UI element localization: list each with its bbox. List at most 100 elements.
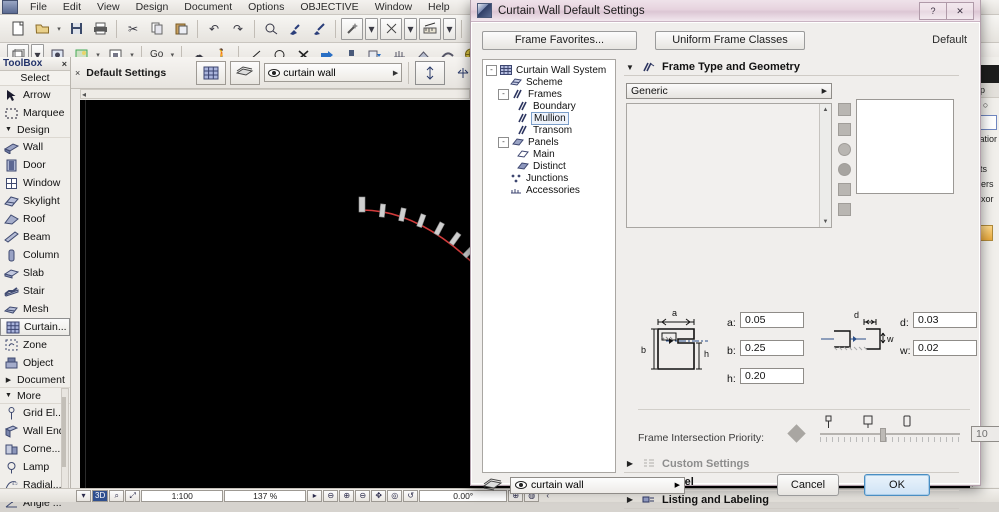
tree-node-accessories[interactable]: Accessories [486,184,612,196]
measure-icon[interactable] [419,17,441,40]
tree-toggle[interactable]: - [498,88,509,100]
menu-item-objective[interactable]: OBJECTIVE [292,0,366,15]
zoom-field[interactable]: 137 % [224,489,307,502]
help-button[interactable]: ? [919,2,947,20]
3d-solid-icon[interactable] [837,163,851,176]
frame-type-listbox[interactable]: ▲ ▼ [626,103,832,228]
copy-icon[interactable] [146,18,168,40]
status-dropdown-icon[interactable]: ▾ [76,489,91,502]
toolbox-item-wall-end[interactable]: Wall End [0,422,70,440]
settings-tree[interactable]: - Curtain Wall System Scheme - Frames Bo… [482,59,616,473]
layer-settings-button[interactable] [230,60,261,85]
pan-icon[interactable]: ✥ [371,489,387,502]
paste-icon[interactable] [170,18,192,40]
toolbox-item-curtain-wall[interactable]: Curtain... [0,318,70,336]
tree-toggle[interactable]: - [498,136,509,148]
print-icon[interactable] [89,18,111,40]
3d-icon[interactable]: 3D [92,489,109,502]
toolbox-item-object[interactable]: Object [0,354,70,372]
priority-slider-track[interactable] [820,433,960,435]
curtain-wall-tool-button[interactable] [196,60,227,85]
d-field[interactable]: 0.03 [913,312,977,328]
toolbox-item-mesh[interactable]: Mesh [0,300,70,318]
redo-icon[interactable]: ↷ [227,18,249,40]
tree-node-main[interactable]: Main [486,148,612,160]
tree-node-transom[interactable]: Transom [486,124,612,136]
close-button[interactable]: ✕ [947,2,974,20]
menu-item-file[interactable]: File [22,0,55,15]
cut-icon[interactable]: ✂ [122,18,144,40]
dialog-layer-combo[interactable]: curtain wall ▶ [510,476,685,494]
cancel-button[interactable]: Cancel [777,474,839,496]
toolbox-item-corner-window[interactable]: Corne... [0,440,70,458]
menu-item-document[interactable]: Document [176,0,240,15]
zoom-pct-icon[interactable]: ⊖ [323,489,339,502]
section-frame-type-geometry[interactable]: ▼ Frame Type and Geometry [624,59,959,76]
trim-icon[interactable] [380,17,402,40]
elevation-view-icon[interactable] [837,123,851,136]
plan-view-icon[interactable] [837,183,851,196]
toolbox-close-icon[interactable]: × [62,59,67,69]
h-field[interactable]: 0.20 [740,368,804,384]
open-file-icon[interactable] [31,18,53,40]
info-box-close-icon[interactable]: × [75,68,80,78]
priority-value-field[interactable]: 10 [971,426,999,442]
measure-dropdown-icon[interactable]: ▾ [443,17,456,40]
tree-node-boundary[interactable]: Boundary [486,100,612,112]
syringe-icon[interactable] [308,18,330,40]
menu-item-help[interactable]: Help [420,0,458,15]
open-file-dropdown-icon[interactable]: ▾ [54,25,64,33]
trim-dropdown-icon[interactable]: ▾ [404,17,417,40]
toolbox-item-column[interactable]: Column [0,246,70,264]
menu-item-window[interactable]: Window [367,0,420,15]
save-file-icon[interactable] [65,18,87,40]
ok-button[interactable]: OK [864,474,930,496]
priority-slider-thumb[interactable] [880,428,886,442]
menu-item-edit[interactable]: Edit [55,0,89,15]
scroll-up-icon[interactable]: ▲ [820,104,831,115]
frame-type-combo[interactable]: Generic ▶ [626,83,832,99]
toolbox-item-slab[interactable]: Slab [0,264,70,282]
section-custom-settings[interactable]: ▶ Custom Settings [624,455,959,473]
uniform-frame-classes-button[interactable]: Uniform Frame Classes [655,30,805,50]
scroll-left-icon[interactable]: ◂ [82,90,86,99]
new-file-icon[interactable] [7,18,29,40]
info-box-scrollbar[interactable]: ◂ [80,89,470,99]
toolbox-item-marquee[interactable]: Marquee [0,104,70,122]
eyedropper-icon[interactable] [284,18,306,40]
zoom-in-icon[interactable]: ⊕ [339,489,355,502]
tree-node-scheme[interactable]: Scheme [486,76,612,88]
prev-zoom-icon[interactable]: ↺ [403,489,419,502]
toolbox-group-more[interactable]: ▼ More [0,388,70,404]
toolbox-item-window[interactable]: Window [0,174,70,192]
toolbox-item-stair[interactable]: Stair [0,282,70,300]
toolbox-item-zone[interactable]: Zone [0,336,70,354]
magic-wand-dropdown-icon[interactable]: ▾ [365,17,378,40]
zoom-dropdown-icon[interactable]: ▸ [307,489,323,502]
toolbox-group-design[interactable]: ▼ Design [0,122,70,138]
undo-icon[interactable]: ↶ [203,18,225,40]
tree-node-distinct[interactable]: Distinct [486,160,612,172]
a-field[interactable]: 0.05 [740,312,804,328]
toolbox-item-door[interactable]: Door [0,156,70,174]
b-field[interactable]: 0.25 [740,340,804,356]
orbit-icon[interactable]: ◎ [387,489,403,502]
menu-item-options[interactable]: Options [240,0,292,15]
zoom-out-icon[interactable]: ⊖ [355,489,371,502]
tree-node-curtain-wall-system[interactable]: - Curtain Wall System [486,64,612,76]
2d-view-icon[interactable] [837,103,851,116]
toolbox-item-lamp[interactable]: Lamp [0,458,70,476]
tree-node-frames[interactable]: - Frames [486,88,612,100]
menu-item-view[interactable]: View [89,0,128,15]
tree-toggle[interactable]: - [486,64,497,76]
fit-window-icon[interactable]: ⤢ [125,489,141,502]
tree-node-mullion[interactable]: Mullion [486,111,612,125]
w-field[interactable]: 0.02 [913,340,977,356]
layer-combo[interactable]: curtain wall ▶ [264,63,403,82]
toolbox-scrollbar[interactable] [61,388,69,502]
toolbox-item-roof[interactable]: Roof [0,210,70,228]
3d-wire-icon[interactable] [837,143,851,156]
dialog-title-bar[interactable]: Curtain Wall Default Settings ? ✕ [471,0,980,22]
marquee-select-icon[interactable] [260,18,282,40]
toolbox-item-arrow[interactable]: Arrow [0,86,70,104]
